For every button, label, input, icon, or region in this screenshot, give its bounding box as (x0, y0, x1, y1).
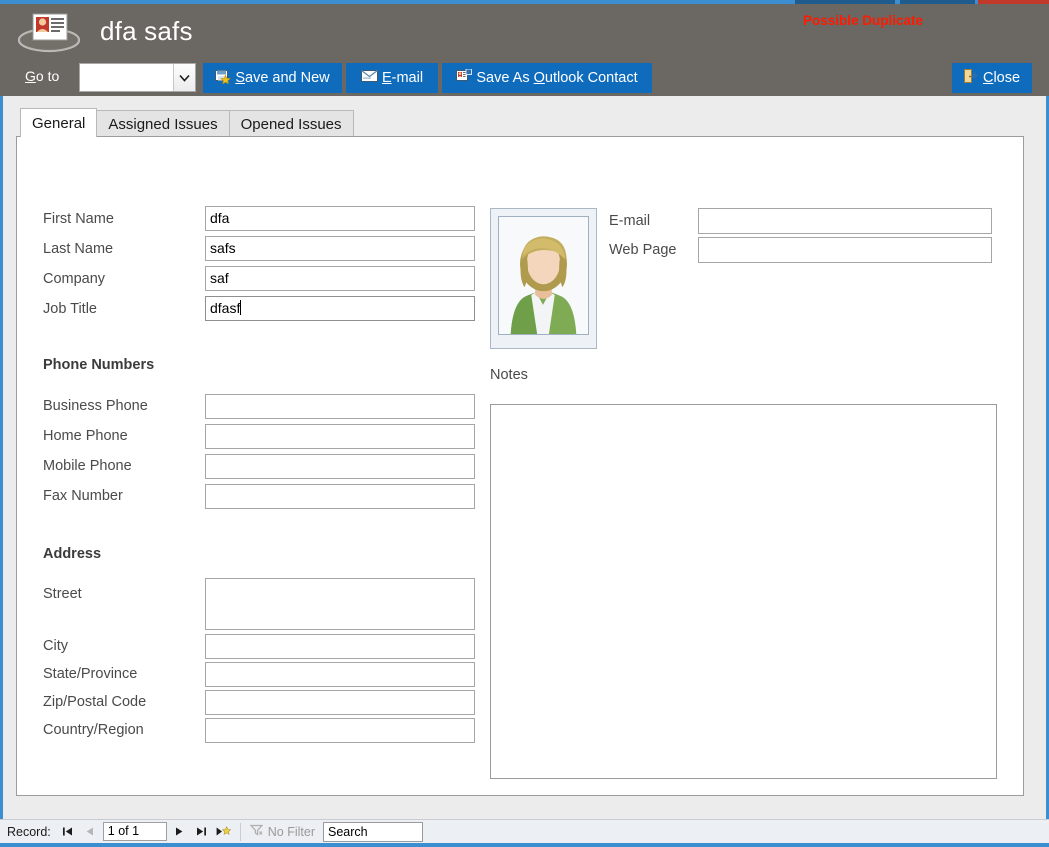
home-phone-label: Home Phone (43, 428, 128, 444)
web-page-label: Web Page (609, 242, 677, 258)
tab-opened-issues[interactable]: Opened Issues (228, 110, 354, 137)
street-input[interactable] (205, 578, 475, 630)
job-title-value: dfasf (210, 300, 241, 316)
tab-assigned-issues[interactable]: Assigned Issues (96, 110, 230, 137)
city-label: City (43, 638, 68, 654)
chevron-down-icon[interactable] (173, 64, 195, 91)
company-input[interactable]: saf (205, 266, 475, 291)
address-heading: Address (43, 546, 102, 562)
street-label: Street (43, 586, 82, 602)
business-phone-label: Business Phone (43, 398, 148, 414)
last-name-input[interactable]: safs (205, 236, 475, 261)
first-name-label: First Name (43, 211, 114, 227)
goto-combobox[interactable] (79, 63, 196, 92)
tab-general[interactable]: General (20, 108, 98, 137)
zip-postal-code-input[interactable] (205, 690, 475, 715)
email-label: E-mail (381, 70, 424, 86)
previous-record-icon[interactable] (79, 822, 101, 842)
text-cursor (240, 300, 242, 315)
close-label: Close (982, 70, 1021, 86)
close-button[interactable]: Close (952, 63, 1032, 93)
web-page-input[interactable] (698, 237, 992, 263)
tabstrip: General Assigned Issues Opened Issues (20, 108, 354, 137)
save-and-new-label: Save and New (235, 70, 330, 86)
job-title-label: Job Title (43, 301, 97, 317)
statusbar-divider (239, 822, 241, 841)
close-door-icon (963, 69, 979, 87)
goto-label: Go to (25, 68, 60, 84)
email-input[interactable] (698, 208, 992, 234)
fax-number-input[interactable] (205, 484, 475, 509)
save-as-outlook-contact-button[interactable]: Save As Outlook Contact (442, 63, 652, 93)
company-label: Company (43, 271, 106, 287)
new-record-icon[interactable] (213, 822, 235, 842)
save-as-outlook-contact-label: Save As Outlook Contact (476, 70, 638, 86)
mobile-phone-label: Mobile Phone (43, 458, 132, 474)
envelope-icon (360, 70, 378, 86)
access-contact-form-window: dfa safs Possible Duplicate Go to Save a… (0, 0, 1049, 847)
save-new-icon (215, 69, 232, 88)
page-title: dfa safs (100, 16, 193, 46)
form-body-area: General Assigned Issues Opened Issues Fi… (0, 96, 1049, 819)
last-record-icon[interactable] (191, 822, 213, 842)
contact-photo-image (498, 216, 589, 335)
filter-status[interactable]: No Filter (249, 824, 316, 839)
form-header-bar: dfa safs Possible Duplicate Go to Save a… (0, 4, 1049, 96)
contact-photo[interactable] (490, 208, 597, 349)
contact-card-icon (17, 9, 81, 55)
filter-icon (249, 824, 264, 839)
search-input[interactable]: Search (323, 821, 424, 842)
first-record-icon[interactable] (57, 822, 79, 842)
state-province-input[interactable] (205, 662, 475, 687)
phone-numbers-heading: Phone Numbers (43, 357, 155, 373)
next-record-icon[interactable] (169, 822, 191, 842)
home-phone-input[interactable] (205, 424, 475, 449)
duplicate-warning-label: Possible Duplicate (803, 13, 924, 28)
business-phone-input[interactable] (205, 394, 475, 419)
goto-combobox-value[interactable] (80, 64, 173, 91)
filter-label: No Filter (267, 824, 316, 839)
email-button[interactable]: E-mail (346, 63, 438, 93)
notes-label: Notes (490, 367, 528, 383)
zip-postal-code-label: Zip/Postal Code (43, 694, 147, 710)
general-tab-panel: First Name dfa Last Name safs Company sa… (16, 136, 1024, 796)
state-province-label: State/Province (43, 666, 138, 682)
first-name-input[interactable]: dfa (205, 206, 475, 231)
record-label: Record: (7, 824, 51, 839)
country-region-label: Country/Region (43, 722, 144, 738)
outlook-contact-icon (456, 68, 473, 87)
job-title-input[interactable]: dfasf (205, 296, 475, 321)
email-label-field: E-mail (609, 213, 651, 229)
notes-input[interactable] (490, 404, 997, 779)
mobile-phone-input[interactable] (205, 454, 475, 479)
window-bottom-accent-border (0, 843, 1049, 847)
fax-number-label: Fax Number (43, 488, 123, 504)
save-and-new-button[interactable]: Save and New (203, 63, 342, 93)
last-name-label: Last Name (43, 241, 114, 257)
record-position-input[interactable]: 1 of 1 (102, 822, 167, 841)
country-region-input[interactable] (205, 718, 475, 743)
city-input[interactable] (205, 634, 475, 659)
record-navigation-bar: Record: 1 of 1 No Filter Search (0, 819, 1049, 843)
